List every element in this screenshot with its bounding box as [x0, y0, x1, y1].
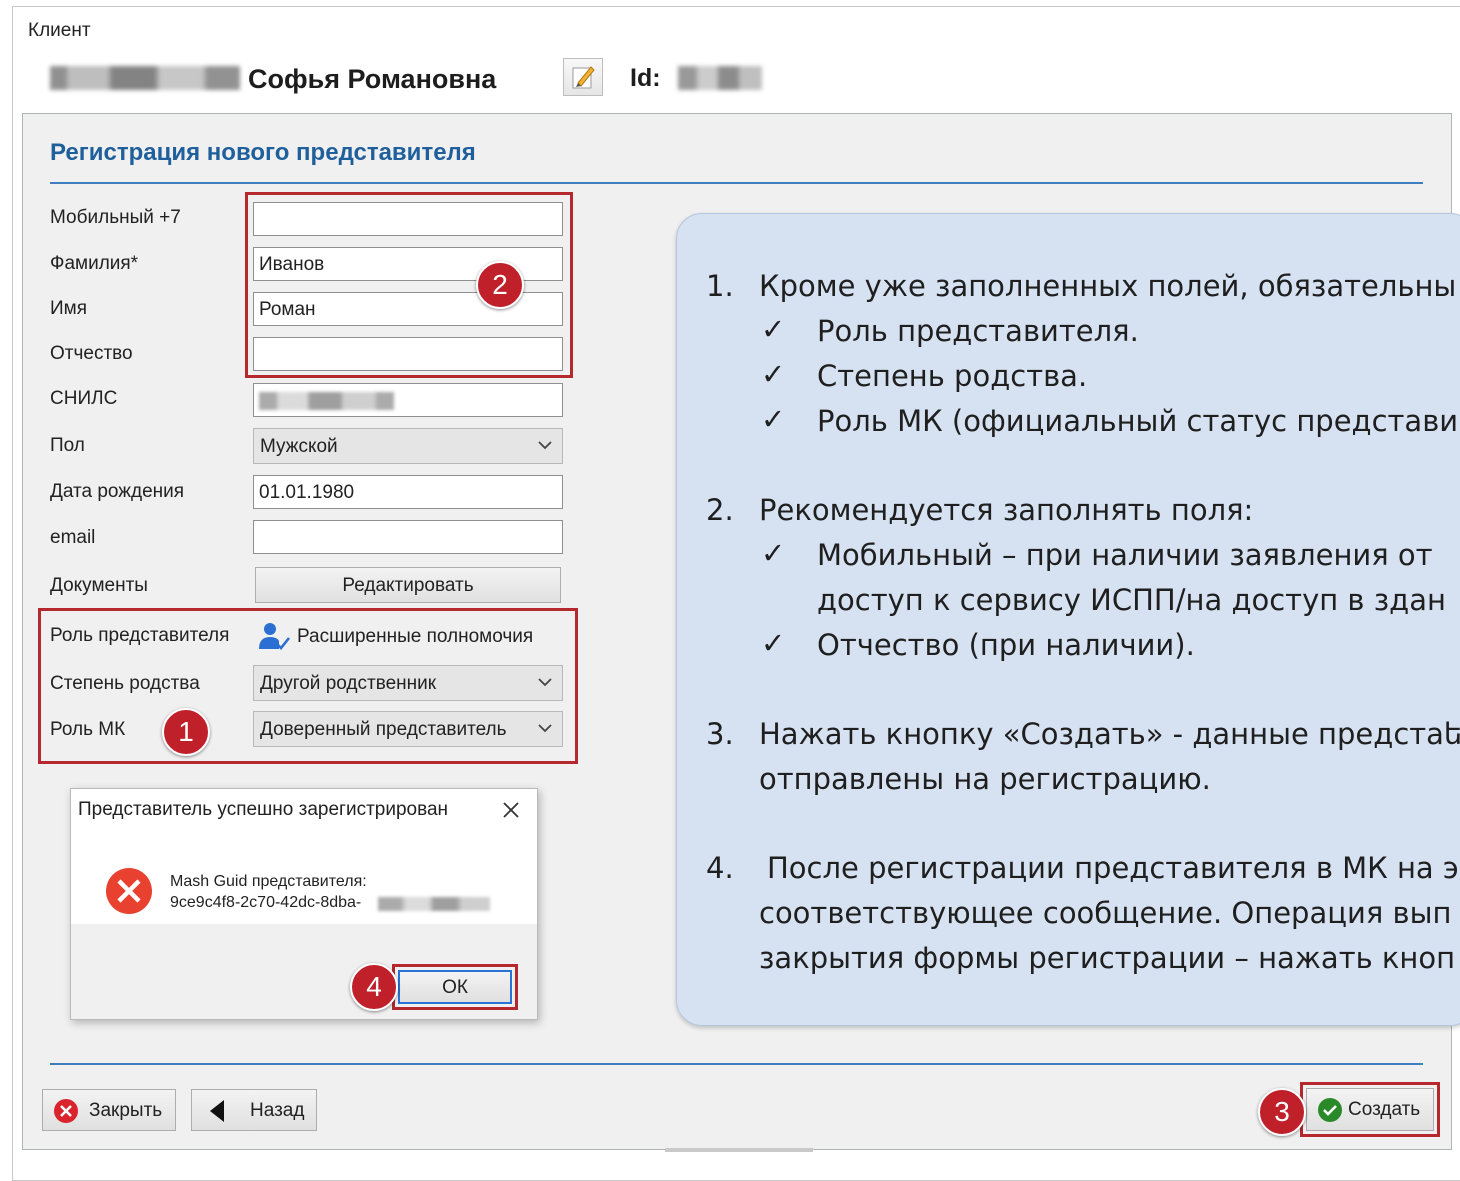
- step-badge-2: 2: [476, 261, 524, 309]
- step-badge-3: 3: [1258, 1088, 1306, 1136]
- gender-value: Мужской: [260, 436, 338, 457]
- item2-check-1: Мобильный – при наличии заявления от: [817, 538, 1433, 572]
- email-label: email: [50, 527, 96, 548]
- resize-grip: [665, 1148, 813, 1152]
- close-button-label: Закрыть: [89, 1100, 163, 1121]
- create-button-label: Создать: [1348, 1099, 1421, 1120]
- panel-title: Регистрация нового представителя: [50, 139, 476, 166]
- client-id-redacted: [678, 66, 762, 90]
- check-icon: ✓: [761, 536, 786, 570]
- guid-redacted: [378, 897, 490, 911]
- item2-text: Рекомендуется заполнять поля:: [759, 493, 1254, 527]
- client-surname-redacted: [50, 66, 240, 90]
- birthdate-input[interactable]: 01.01.1980: [253, 475, 563, 509]
- dialog-title: Представитель успешно зарегистрирован: [78, 799, 449, 820]
- check-icon: ✓: [761, 357, 786, 391]
- documents-label: Документы: [50, 575, 148, 596]
- edit-icon: [572, 66, 595, 89]
- item1-check-2: Степень родства.: [817, 359, 1088, 393]
- gender-label: Пол: [50, 435, 85, 456]
- gender-select[interactable]: Мужской: [253, 428, 563, 464]
- group-caption: Клиент: [24, 20, 95, 42]
- highlight-role-fields: [38, 608, 578, 764]
- surname-label: Фамилия*: [50, 253, 139, 274]
- close-circle-icon: [54, 1099, 78, 1123]
- birthdate-label: Дата рождения: [50, 481, 185, 502]
- snils-label: СНИЛС: [50, 388, 118, 409]
- item3-number: 3.: [706, 717, 734, 751]
- step-badge-1: 1: [162, 708, 210, 756]
- client-id-label: Id:: [630, 64, 661, 92]
- chevron-down-icon: [538, 441, 552, 450]
- instructions-callout: 1. Кроме уже заполненных полей, обязател…: [676, 213, 1460, 1026]
- back-button-label: Назад: [250, 1100, 305, 1121]
- item3-line2: отправлены на регистрацию.: [759, 762, 1211, 796]
- snils-redacted: [259, 392, 394, 410]
- step-badge-4: 4: [350, 963, 398, 1011]
- item1-check-3: Роль МК (официальный статус представи: [817, 404, 1459, 438]
- client-name: Софья Романовна: [248, 64, 497, 94]
- dialog-message-line2: 9ce9c4f8-2c70-42dc-8dba-: [170, 894, 362, 911]
- name-label: Имя: [50, 298, 88, 319]
- arrow-left-icon: [210, 1100, 224, 1122]
- dialog-message-line1: Mash Guid представителя:: [170, 873, 367, 890]
- bottom-divider: [50, 1063, 1423, 1065]
- check-icon: ✓: [761, 626, 786, 660]
- back-button[interactable]: Назад: [191, 1089, 317, 1131]
- mobile-label: Мобильный +7: [50, 207, 181, 228]
- item1-text: Кроме уже заполненных полей, обязательны: [759, 269, 1457, 303]
- check-icon: ✓: [761, 402, 786, 436]
- item2-check-1-cont: доступ к сервису ИСПП/на доступ в здан: [817, 583, 1446, 617]
- item1-number: 1.: [706, 269, 734, 303]
- patronymic-label: Отчество: [50, 343, 133, 364]
- email-input[interactable]: [253, 520, 563, 554]
- edit-client-button[interactable]: [563, 58, 603, 96]
- item4-line2: соответствующее сообщение. Операция вып: [759, 896, 1452, 930]
- close-button[interactable]: Закрыть: [42, 1089, 176, 1131]
- title-divider: [50, 182, 1423, 184]
- item3-line1: Нажать кнопку «Создать» - данные предста…: [759, 717, 1460, 751]
- item4-line3: закрытия формы регистрации – нажать кноп: [759, 941, 1456, 975]
- snils-input[interactable]: [253, 383, 563, 417]
- dialog-close-icon[interactable]: [498, 797, 524, 823]
- item2-check-2: Отчество (при наличии).: [817, 628, 1195, 662]
- item2-number: 2.: [706, 493, 734, 527]
- item4-number: 4.: [706, 851, 734, 885]
- item1-check-1: Роль представителя.: [817, 314, 1139, 348]
- check-icon: ✓: [761, 312, 786, 346]
- ok-button[interactable]: ОК: [398, 970, 512, 1004]
- edit-documents-button[interactable]: Редактировать: [255, 567, 561, 603]
- item4-line1: После регистрации представителя в МК на …: [767, 851, 1459, 885]
- check-circle-icon: [1318, 1098, 1342, 1122]
- error-icon: [104, 866, 154, 916]
- create-button[interactable]: Создать: [1306, 1088, 1434, 1131]
